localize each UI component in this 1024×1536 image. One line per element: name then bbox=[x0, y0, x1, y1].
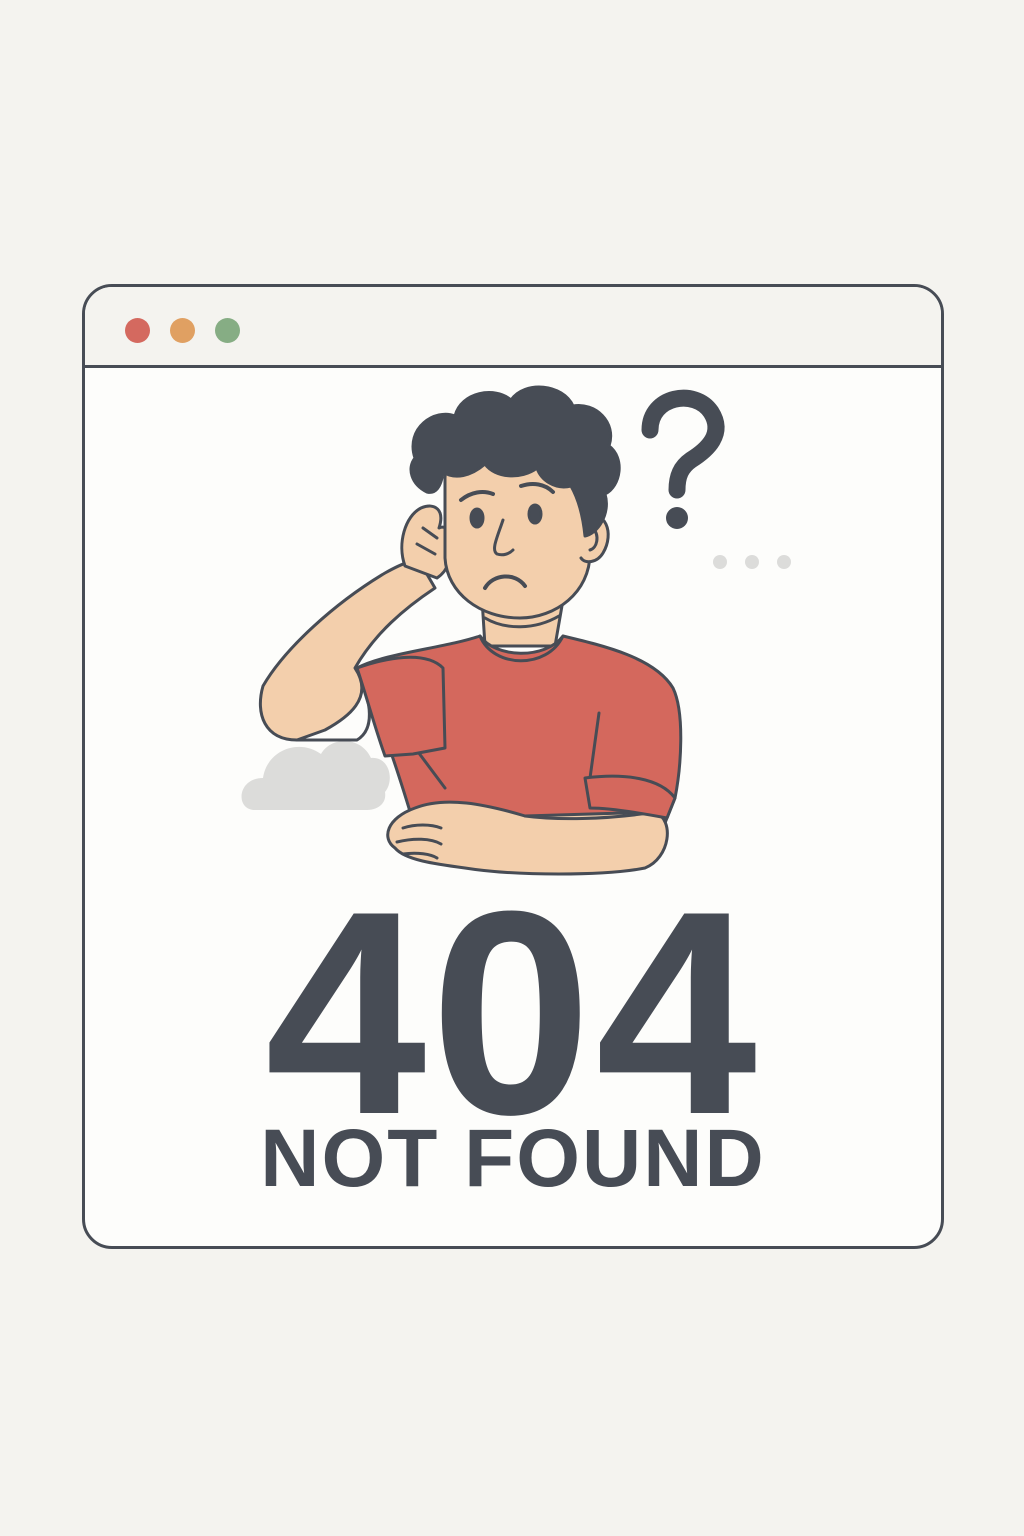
page-content: 404 NOT FOUND bbox=[85, 368, 941, 1246]
confused-person-illustration bbox=[241, 385, 791, 876]
browser-window: 404 NOT FOUND bbox=[82, 284, 944, 1249]
minimize-window-button[interactable] bbox=[170, 318, 195, 343]
error-message: NOT FOUND bbox=[260, 1113, 766, 1204]
close-window-button[interactable] bbox=[125, 318, 150, 343]
ellipsis-icon bbox=[713, 555, 791, 569]
cloud-icon bbox=[241, 740, 390, 810]
maximize-window-button[interactable] bbox=[215, 318, 240, 343]
title-bar bbox=[85, 287, 941, 368]
question-mark-icon bbox=[641, 389, 725, 529]
